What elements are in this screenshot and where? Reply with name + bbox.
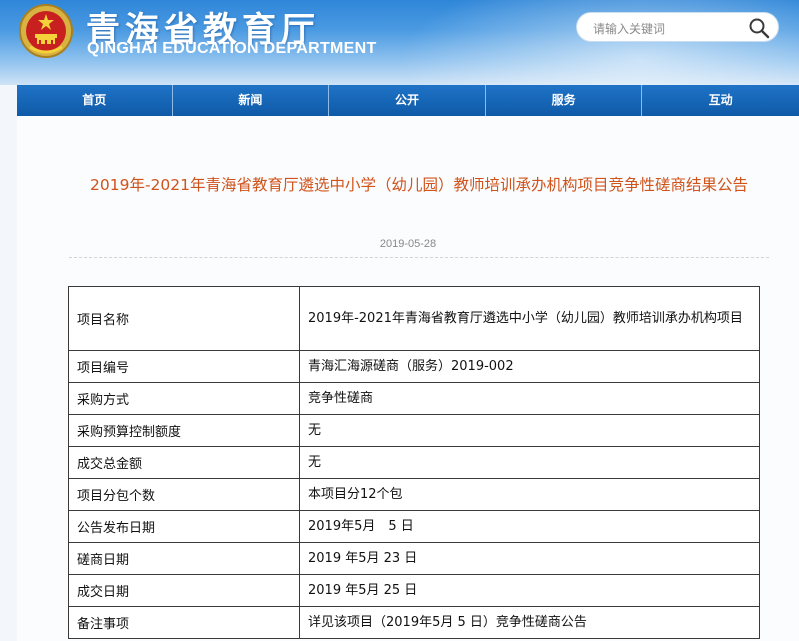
search-icon[interactable] xyxy=(748,17,770,39)
row-value: 2019年-2021年青海省教育厅遴选中小学（幼儿园）教师培训承办机构项目 xyxy=(299,286,760,351)
table-row: 采购预算控制额度 无 xyxy=(68,414,760,447)
site-header: 青海省教育厅 QINGHAI EDUCATION DEPARTMENT xyxy=(0,0,799,85)
row-label: 项目编号 xyxy=(68,350,300,383)
table-row: 成交日期 2019 年5月 25 日 xyxy=(68,574,760,607)
article-title: 2019年-2021年青海省教育厅遴选中小学（幼儿园）教师培训承办机构项目竞争性… xyxy=(90,176,748,194)
main-nav: 首页 新闻 公开 服务 互动 xyxy=(17,85,799,116)
site-subtitle: QINGHAI EDUCATION DEPARTMENT xyxy=(87,40,377,57)
table-row: 磋商日期 2019 年5月 23 日 xyxy=(68,542,760,575)
national-emblem-icon xyxy=(19,4,73,58)
row-label: 成交日期 xyxy=(68,574,300,607)
table-row: 备注事项 详见该项目（2019年5月 5 日）竞争性磋商公告 xyxy=(68,606,760,639)
table-row: 项目分包个数 本项目分12个包 xyxy=(68,478,760,511)
row-value: 2019 年5月 25 日 xyxy=(299,574,760,607)
table-row: 项目编号 青海汇海源磋商（服务）2019-002 xyxy=(68,350,760,383)
row-label: 磋商日期 xyxy=(68,542,300,575)
table-row: 公告发布日期 2019年5月 5 日 xyxy=(68,510,760,543)
title-divider xyxy=(69,257,769,258)
row-value: 无 xyxy=(299,446,760,479)
row-value: 竞争性磋商 xyxy=(299,382,760,415)
nav-item-service[interactable]: 服务 xyxy=(486,85,643,116)
row-value: 本项目分12个包 xyxy=(299,478,760,511)
search-input[interactable] xyxy=(591,18,745,40)
row-label: 项目名称 xyxy=(68,286,300,351)
row-label: 公告发布日期 xyxy=(68,510,300,543)
nav-item-public[interactable]: 公开 xyxy=(329,85,486,116)
table-row: 采购方式 竞争性磋商 xyxy=(68,382,760,415)
row-label: 采购预算控制额度 xyxy=(68,414,300,447)
row-value: 青海汇海源磋商（服务）2019-002 xyxy=(299,350,760,383)
article-date: 2019-05-28 xyxy=(379,238,437,250)
nav-item-home[interactable]: 首页 xyxy=(17,85,173,116)
article-content: 2019年-2021年青海省教育厅遴选中小学（幼儿园）教师培训承办机构项目竞争性… xyxy=(17,116,799,641)
row-label: 备注事项 xyxy=(68,606,300,639)
row-label: 采购方式 xyxy=(68,382,300,415)
row-value: 详见该项目（2019年5月 5 日）竞争性磋商公告 xyxy=(299,606,760,639)
table-row: 成交总金额 无 xyxy=(68,446,760,479)
info-table: 项目名称 2019年-2021年青海省教育厅遴选中小学（幼儿园）教师培训承办机构… xyxy=(68,286,760,639)
table-row: 项目名称 2019年-2021年青海省教育厅遴选中小学（幼儿园）教师培训承办机构… xyxy=(68,286,760,351)
row-value: 2019年5月 5 日 xyxy=(299,510,760,543)
row-label: 项目分包个数 xyxy=(68,478,300,511)
nav-item-interact[interactable]: 互动 xyxy=(642,85,799,116)
row-value: 无 xyxy=(299,414,760,447)
row-value: 2019 年5月 23 日 xyxy=(299,542,760,575)
search-box xyxy=(576,12,779,42)
row-label: 成交总金额 xyxy=(68,446,300,479)
nav-item-news[interactable]: 新闻 xyxy=(173,85,330,116)
